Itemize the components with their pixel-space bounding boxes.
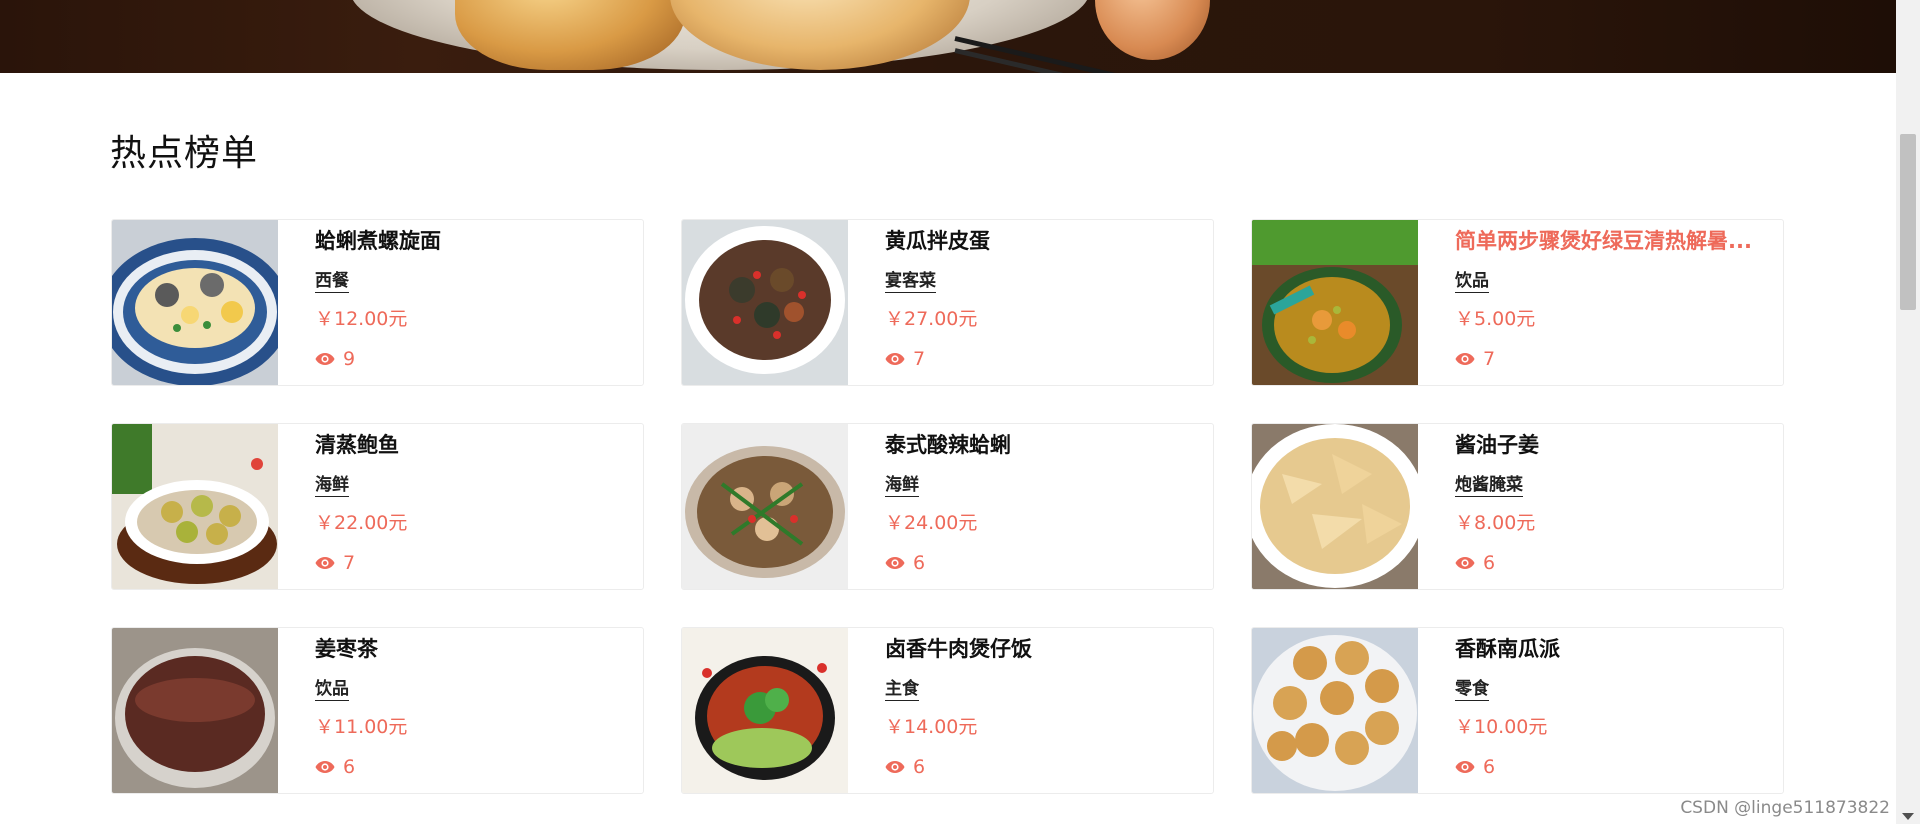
dish-category-link[interactable]: 海鲜 [885, 474, 919, 497]
dish-name[interactable]: 酱油子姜 [1455, 430, 1765, 460]
dish-category-link[interactable]: 零食 [1455, 678, 1489, 701]
dish-category-link[interactable]: 饮品 [315, 678, 349, 701]
dish-card[interactable]: 黄瓜拌皮蛋 宴客菜 ￥27.00元 7 [681, 219, 1214, 386]
vertical-scrollbar[interactable] [1896, 0, 1920, 824]
eye-icon [315, 760, 335, 774]
dish-views: 6 [1455, 550, 1495, 576]
dish-view-count: 6 [343, 756, 356, 778]
dish-thumbnail[interactable] [112, 424, 278, 589]
dish-category-link[interactable]: 西餐 [315, 270, 349, 293]
dish-name[interactable]: 黄瓜拌皮蛋 [885, 226, 1195, 256]
dish-card[interactable]: 卤香牛肉煲仔饭 主食 ￥14.00元 6 [681, 627, 1214, 794]
scroll-down-arrow-icon[interactable] [1902, 813, 1914, 820]
dish-price: ￥12.00元 [315, 308, 408, 330]
dish-view-count: 7 [913, 348, 926, 370]
dish-price: ￥11.00元 [315, 716, 408, 738]
dish-name[interactable]: 泰式酸辣蛤蜊 [885, 430, 1195, 460]
dish-name[interactable]: 香酥南瓜派 [1455, 634, 1765, 664]
dish-category-link[interactable]: 海鲜 [315, 474, 349, 497]
dish-views: 6 [885, 754, 925, 780]
dish-thumbnail[interactable] [682, 424, 848, 589]
dish-name[interactable]: 蛤蜊煮螺旋面 [315, 226, 625, 256]
dish-card[interactable]: 清蒸鲍鱼 海鲜 ￥22.00元 7 [111, 423, 644, 590]
eye-icon [885, 556, 905, 570]
eye-icon [1455, 760, 1475, 774]
dish-name[interactable]: 卤香牛肉煲仔饭 [885, 634, 1195, 664]
dish-thumbnail[interactable] [1252, 220, 1418, 385]
dish-price: ￥5.00元 [1455, 308, 1536, 330]
dish-price: ￥14.00元 [885, 716, 978, 738]
eye-icon [1455, 352, 1475, 366]
dish-thumbnail[interactable] [1252, 628, 1418, 793]
hero-banner [0, 0, 1896, 73]
dish-price: ￥27.00元 [885, 308, 978, 330]
dish-thumbnail[interactable] [112, 628, 278, 793]
dish-name[interactable]: 清蒸鲍鱼 [315, 430, 625, 460]
eye-icon [315, 352, 335, 366]
dish-views: 7 [885, 346, 925, 372]
dish-views: 7 [315, 550, 355, 576]
dish-name[interactable]: 姜枣茶 [315, 634, 625, 664]
dish-category-link[interactable]: 炮酱腌菜 [1455, 474, 1523, 497]
dish-card[interactable]: 姜枣茶 饮品 ￥11.00元 6 [111, 627, 644, 794]
eye-icon [885, 760, 905, 774]
watermark: CSDN @linge511873822 [1680, 798, 1890, 818]
section-title: 热点榜单 [110, 133, 259, 174]
dish-views: 6 [315, 754, 355, 780]
dish-view-count: 6 [913, 552, 926, 574]
dish-thumbnail[interactable] [1252, 424, 1418, 589]
dish-thumbnail[interactable] [682, 220, 848, 385]
dish-name[interactable]: 简单两步骤煲好绿豆清热解暑... [1455, 226, 1765, 256]
dish-card[interactable]: 香酥南瓜派 零食 ￥10.00元 6 [1251, 627, 1784, 794]
dish-card[interactable]: 蛤蜊煮螺旋面 西餐 ￥12.00元 9 [111, 219, 644, 386]
dish-thumbnail[interactable] [682, 628, 848, 793]
eye-icon [315, 556, 335, 570]
dish-card[interactable]: 泰式酸辣蛤蜊 海鲜 ￥24.00元 6 [681, 423, 1214, 590]
dish-price: ￥22.00元 [315, 512, 408, 534]
dish-view-count: 6 [1483, 756, 1496, 778]
dish-price: ￥10.00元 [1455, 716, 1548, 738]
eye-icon [1455, 556, 1475, 570]
eye-icon [885, 352, 905, 366]
dish-category-link[interactable]: 宴客菜 [885, 270, 936, 293]
dish-view-count: 9 [343, 348, 356, 370]
dish-category-link[interactable]: 主食 [885, 678, 919, 701]
dish-card[interactable]: 简单两步骤煲好绿豆清热解暑... 饮品 ￥5.00元 7 [1251, 219, 1784, 386]
dish-price: ￥8.00元 [1455, 512, 1536, 534]
dish-card[interactable]: 酱油子姜 炮酱腌菜 ￥8.00元 6 [1251, 423, 1784, 590]
dish-price: ￥24.00元 [885, 512, 978, 534]
scrollbar-thumb[interactable] [1900, 134, 1916, 310]
dish-thumbnail[interactable] [112, 220, 278, 385]
dish-category-link[interactable]: 饮品 [1455, 270, 1489, 293]
dish-view-count: 7 [1483, 348, 1496, 370]
dish-view-count: 7 [343, 552, 356, 574]
dish-views: 6 [885, 550, 925, 576]
dish-view-count: 6 [913, 756, 926, 778]
banner-egg-image [1095, 0, 1210, 60]
dish-views: 9 [315, 346, 355, 372]
dish-views: 6 [1455, 754, 1495, 780]
dish-views: 7 [1455, 346, 1495, 372]
dish-view-count: 6 [1483, 552, 1496, 574]
